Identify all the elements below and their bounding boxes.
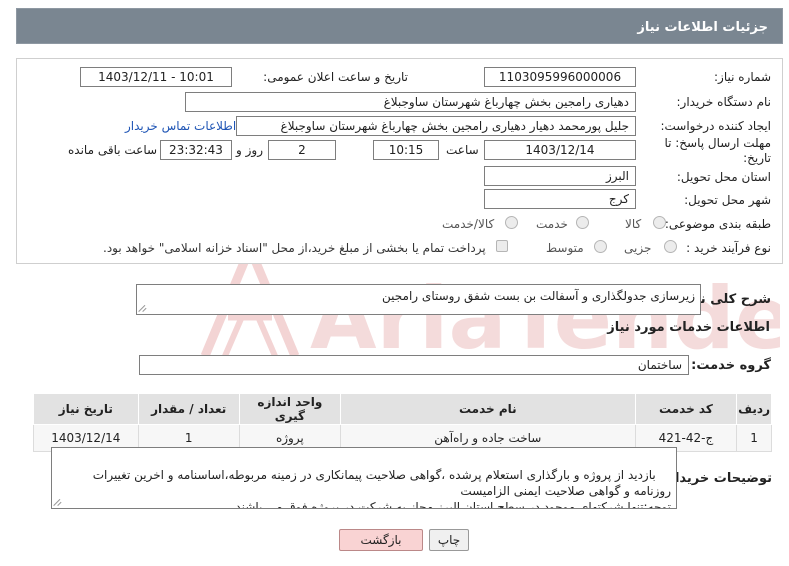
need-number-label: شماره نیاز:: [714, 70, 771, 84]
resize-handle-icon[interactable]: [139, 304, 147, 312]
buyer-notes-textarea[interactable]: بازدید از پروژه و بارگذاری استعلام پرشده…: [51, 447, 677, 509]
deadline-date-field: 1403/12/14: [484, 140, 636, 160]
deadline-time-field: 10:15: [373, 140, 439, 160]
announce-datetime-field: 1403/12/11 - 10:01: [80, 67, 232, 87]
purchase-type-radio-medium[interactable]: [594, 240, 607, 253]
services-table-header: ردیف کد خدمت نام خدمت واحد اندازه گیری ت…: [33, 393, 772, 425]
services-section-title: اطلاعات خدمات مورد نیاز: [607, 320, 770, 335]
resize-handle-icon[interactable]: [54, 498, 62, 506]
remaining-time-field: 23:32:43: [160, 140, 232, 160]
creator-label: ایجاد کننده درخواست:: [660, 119, 771, 133]
purchase-type-label: نوع فرآیند خرید :: [686, 241, 771, 255]
cell-row-number: 1: [736, 424, 772, 452]
buyer-contact-link[interactable]: اطلاعات تماس خریدار: [125, 119, 236, 133]
remaining-time-label: ساعت باقی مانده: [68, 143, 158, 157]
purchase-type-radio-minor[interactable]: [664, 240, 677, 253]
category-option-service: خدمت: [536, 217, 568, 231]
page-title: جزئیات اطلاعات نیاز: [637, 20, 768, 35]
buyer-notes-label: توضیحات خریدار:: [662, 471, 772, 486]
deadline-time-label: ساعت: [446, 143, 479, 157]
need-summary-textarea[interactable]: زیرسازی جدولگذاری و آسفالت بن بست شفق رو…: [136, 284, 701, 315]
col-header-row-number: ردیف: [736, 393, 772, 425]
need-number-field: 1103095996000006: [484, 67, 636, 87]
category-radio-goods-service[interactable]: [505, 216, 518, 229]
purchase-type-option-medium: متوسط: [546, 241, 584, 255]
col-header-service-code: کد خدمت: [634, 393, 738, 425]
need-summary-text: زیرسازی جدولگذاری و آسفالت بن بست شفق رو…: [382, 289, 695, 303]
service-group-field: ساختمان: [139, 355, 689, 375]
deadline-label: مهلت ارسال پاسخ: تا تاریخ:: [664, 136, 771, 165]
category-option-goods: کالا: [625, 217, 642, 231]
treasury-payment-note: پرداخت تمام یا بخشی از مبلغ خرید،از محل …: [103, 241, 486, 255]
category-radio-service[interactable]: [576, 216, 589, 229]
treasury-payment-checkbox[interactable]: [496, 240, 508, 252]
print-button[interactable]: چاپ: [429, 529, 469, 551]
category-label: طبقه بندی موضوعی:: [664, 217, 771, 231]
service-group-label: گروه خدمت:: [691, 358, 771, 373]
services-table: ردیف کد خدمت نام خدمت واحد اندازه گیری ت…: [33, 393, 772, 452]
city-label: شهر محل تحویل:: [684, 193, 771, 207]
col-header-service-name: نام خدمت: [339, 393, 636, 425]
province-label: استان محل تحویل:: [676, 170, 771, 184]
buyer-org-field: دهیاری رامجین بخش چهارباغ شهرستان ساوجبل…: [185, 92, 636, 112]
announce-datetime-label: تاریخ و ساعت اعلان عمومی:: [263, 70, 408, 84]
city-field: کرج: [484, 189, 636, 209]
col-header-unit: واحد اندازه گیری: [238, 393, 341, 425]
category-radio-goods[interactable]: [653, 216, 666, 229]
need-details-page: AriaTender.neT جزئیات اطلاعات نیاز شماره…: [0, 0, 789, 566]
col-header-quantity: تعداد / مقدار: [137, 393, 240, 425]
remaining-days-field: 2: [268, 140, 336, 160]
creator-field: جلیل پورمحمد دهیار دهیاری رامجین بخش چها…: [236, 116, 636, 136]
back-button[interactable]: بازگشت: [339, 529, 423, 551]
province-field: البرز: [484, 166, 636, 186]
page-header: جزئیات اطلاعات نیاز: [16, 8, 783, 44]
buyer-org-label: نام دستگاه خریدار:: [676, 95, 772, 109]
category-option-goods-service: کالا/خدمت: [442, 217, 495, 231]
buyer-notes-text: بازدید از پروژه و بارگذاری استعلام پرشده…: [92, 468, 671, 509]
days-label: روز و: [236, 143, 263, 157]
col-header-need-date: تاریخ نیاز: [33, 393, 139, 425]
purchase-type-option-minor: جزیی: [624, 241, 652, 255]
